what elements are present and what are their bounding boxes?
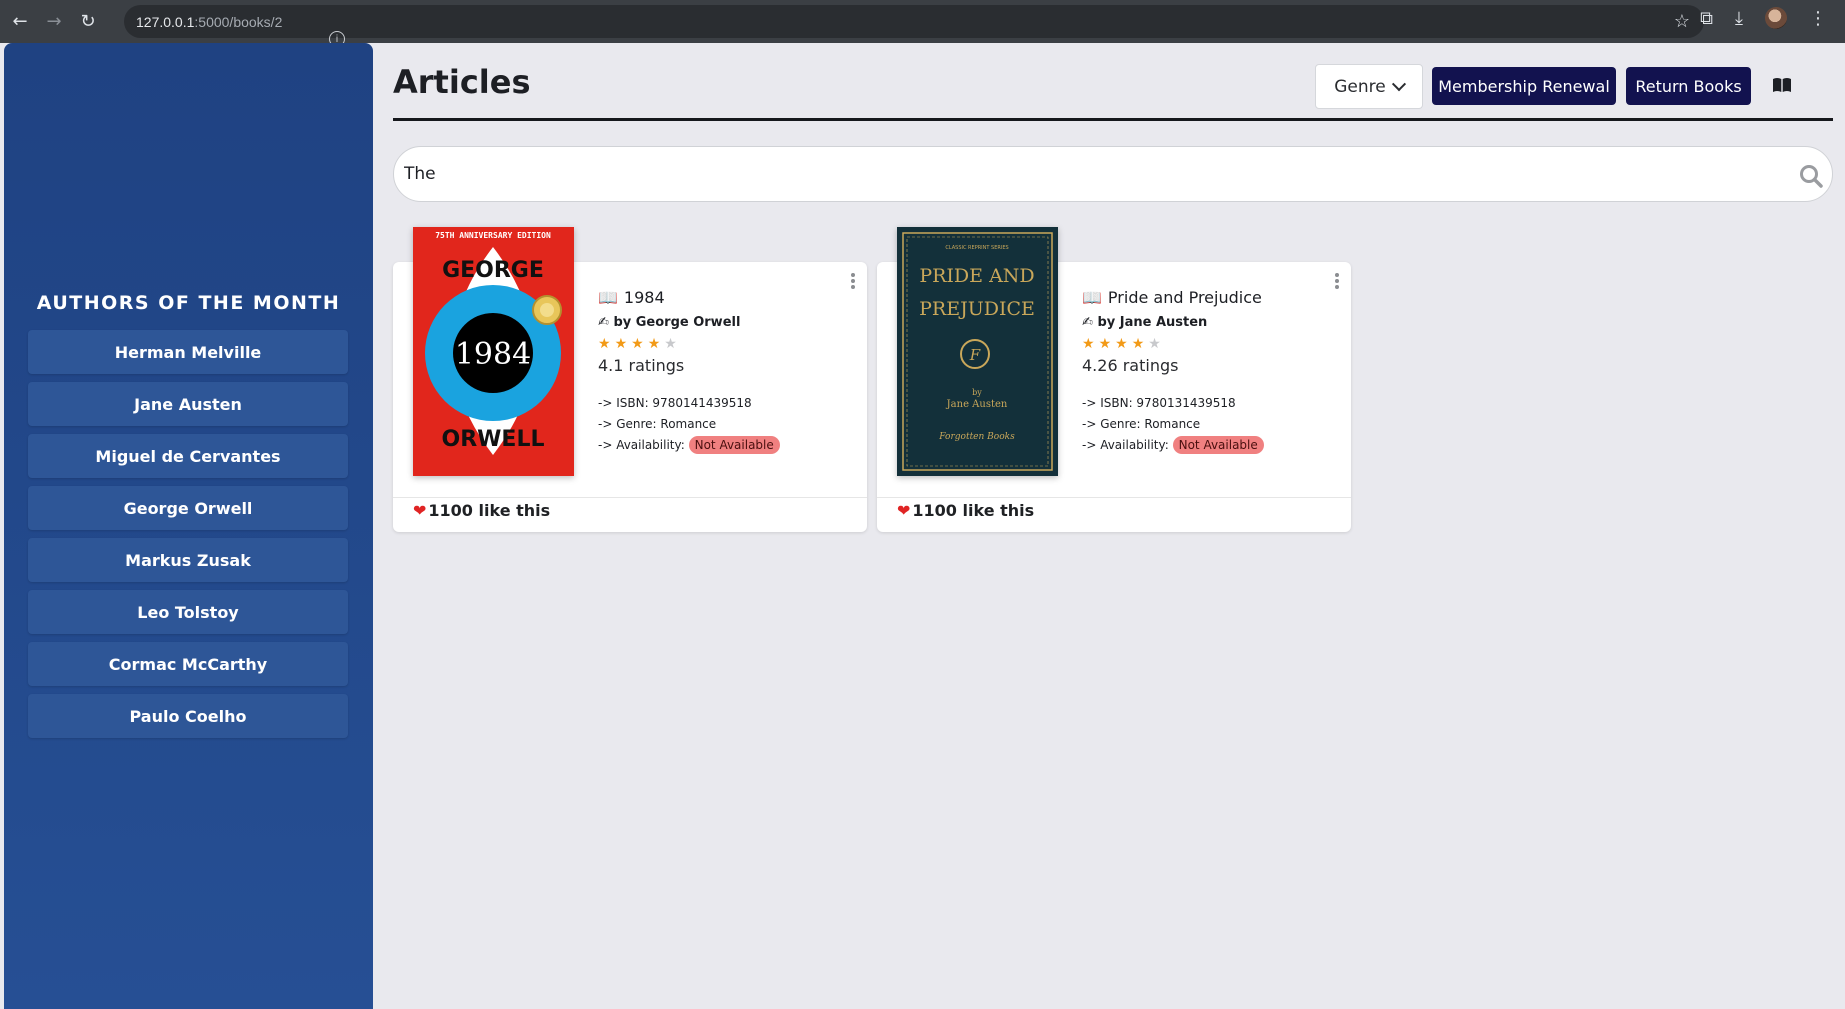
book-title[interactable]: 📖 1984 (598, 288, 780, 307)
cover-byline: by (972, 388, 982, 397)
search-input[interactable] (404, 157, 1764, 191)
book-card[interactable]: 75TH ANNIVERSARY EDITION GEORGE 1984 ORW… (393, 227, 867, 532)
author-button[interactable]: Markus Zusak (28, 538, 348, 582)
author-button[interactable]: Jane Austen (28, 382, 348, 426)
profile-avatar[interactable] (1765, 7, 1787, 29)
open-book-icon: 📖 (1082, 288, 1102, 307)
author-button[interactable]: Cormac McCarthy (28, 642, 348, 686)
likes[interactable]: ❤ 1100 like this (897, 501, 1034, 520)
star-icon: ★ (614, 336, 632, 352)
author-button[interactable]: Miguel de Cervantes (28, 434, 348, 478)
author-button[interactable]: George Orwell (28, 486, 348, 530)
star-empty-icon: ★ (1148, 336, 1165, 352)
genre-text: -> Genre: Romance (1082, 417, 1201, 431)
reload-icon[interactable]: ↻ (74, 8, 102, 36)
star-icon: ★ (631, 336, 648, 352)
cover-author-last: ORWELL (442, 427, 545, 452)
star-icon: ★ (598, 336, 615, 352)
availability-badge: Not Available (688, 436, 780, 454)
book-author: ✍ by George Orwell (598, 315, 780, 330)
cover-author-first: GEORGE (442, 258, 544, 283)
star-icon: ★ (1131, 336, 1149, 352)
book-cover-pride-and-prejudice[interactable]: CLASSIC REPRINT SERIES PRIDE AND PREJUDI… (897, 227, 1058, 476)
url-path: :5000/books/2 (194, 13, 283, 30)
url-host: 127.0.0.1 (136, 13, 195, 30)
availability-row: -> Availability: Not Available (598, 435, 780, 456)
cover-title: 1984 (455, 337, 531, 372)
svg-text:F: F (969, 346, 981, 364)
return-books-button[interactable]: Return Books (1626, 67, 1751, 105)
isbn-text: -> ISBN: 9780131439518 (1082, 396, 1236, 410)
book-cover-1984[interactable]: 75TH ANNIVERSARY EDITION GEORGE 1984 ORW… (413, 227, 574, 476)
heart-icon: ❤ (413, 501, 427, 520)
card-divider (877, 497, 1351, 498)
star-icon: ★ (1115, 336, 1132, 352)
writing-hand-icon: ✍ (1082, 315, 1093, 330)
book-author: ✍ by Jane Austen (1082, 315, 1264, 330)
star-icon: ★ (1098, 336, 1116, 352)
likes-text: 1100 like this (912, 501, 1035, 520)
author-button[interactable]: Paulo Coelho (28, 694, 348, 738)
cover-title-line1: PRIDE AND (919, 265, 1034, 287)
writing-hand-icon: ✍ (598, 315, 609, 330)
likes-text: 1100 like this (428, 501, 551, 520)
star-rating: ★★★★★ (1082, 336, 1264, 352)
book-title[interactable]: 📖 Pride and Prejudice (1082, 288, 1264, 307)
cover-author: Jane Austen (946, 399, 1008, 410)
genre-dropdown[interactable]: Genre (1315, 64, 1423, 109)
chevron-down-icon (1391, 76, 1406, 91)
card-menu-icon[interactable] (1335, 273, 1339, 289)
star-rating: ★★★★★ (598, 336, 780, 352)
author-button[interactable]: Herman Melville (28, 330, 348, 374)
cover-edition-text: 75TH ANNIVERSARY EDITION (435, 231, 551, 240)
book-title-text: Pride and Prejudice (1107, 288, 1262, 307)
genre-text: -> Genre: Romance (598, 417, 717, 431)
book-icon[interactable] (1772, 77, 1792, 93)
cover-series-text: CLASSIC REPRINT SERIES (945, 245, 1008, 251)
sidebar: AUTHORS OF THE MONTH Herman Melville Jan… (4, 43, 373, 1009)
author-button[interactable]: Leo Tolstoy (28, 590, 348, 634)
cover-title-line2: PREJUDICE (919, 298, 1035, 320)
sidebar-heading: AUTHORS OF THE MONTH (36, 292, 341, 314)
availability-label: -> Availability: (598, 438, 685, 452)
genre-label: Genre (1334, 76, 1386, 97)
star-icon: ★ (1082, 336, 1099, 352)
forward-arrow-icon[interactable]: → (40, 8, 68, 36)
bookmark-star-icon[interactable]: ☆ (1674, 11, 1690, 32)
page-title: Articles (393, 63, 531, 101)
availability-label: -> Availability: (1082, 438, 1169, 452)
likes[interactable]: ❤ 1100 like this (413, 501, 550, 520)
card-menu-icon[interactable] (851, 273, 855, 289)
download-icon[interactable]: ⤓ (1735, 8, 1743, 29)
membership-renewal-button[interactable]: Membership Renewal (1432, 67, 1616, 105)
extensions-icon[interactable]: ⧉ (1700, 8, 1713, 29)
book-author-text: by George Orwell (613, 315, 741, 330)
book-card[interactable]: CLASSIC REPRINT SERIES PRIDE AND PREJUDI… (877, 227, 1351, 532)
rating-text: 4.26 ratings (1082, 356, 1179, 375)
book-author-text: by Jane Austen (1097, 315, 1208, 330)
heart-icon: ❤ (897, 501, 911, 520)
book-title-text: 1984 (623, 288, 665, 307)
rating-text: 4.1 ratings (598, 356, 685, 375)
isbn-text: -> ISBN: 9780141439518 (598, 396, 752, 410)
open-book-icon: 📖 (598, 288, 618, 307)
search-bar (393, 146, 1833, 202)
availability-row: -> Availability: Not Available (1082, 435, 1264, 456)
address-bar[interactable]: i 127.0.0.1:5000/books/2 ☆ (124, 5, 1704, 47)
header-divider (393, 118, 1833, 121)
browser-menu-icon[interactable]: ⋮ (1809, 8, 1827, 29)
card-divider (393, 497, 867, 498)
browser-toolbar: ← → ↻ i 127.0.0.1:5000/books/2 ☆ ⧉ ⤓ ⋮ (0, 0, 1845, 47)
cover-publisher: Forgotten Books (938, 432, 1015, 442)
search-icon[interactable] (1798, 163, 1824, 189)
back-arrow-icon[interactable]: ← (6, 8, 34, 36)
star-icon: ★ (647, 336, 665, 352)
star-empty-icon: ★ (664, 336, 681, 352)
availability-badge: Not Available (1172, 436, 1264, 454)
